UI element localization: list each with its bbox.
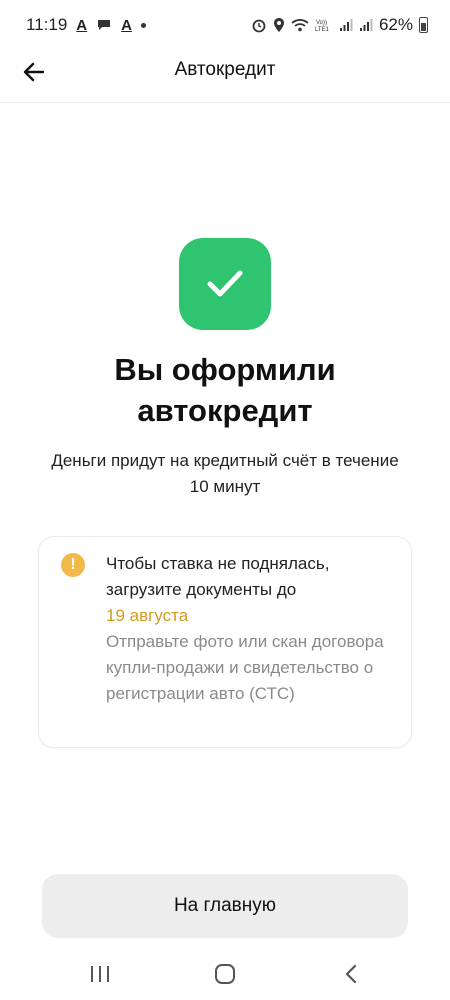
volte-icon: Vo)) LTE1 <box>315 20 330 32</box>
status-bar-right: Vo)) LTE1 62% <box>251 15 428 35</box>
back-icon[interactable] <box>342 963 360 985</box>
chat-icon <box>98 20 111 30</box>
success-subtitle: Деньги придут на кредитный счёт в течени… <box>51 451 399 496</box>
go-home-button[interactable]: На главную <box>42 874 408 938</box>
home-icon[interactable] <box>214 963 236 985</box>
location-icon <box>273 18 284 32</box>
notice-hint-text: Отправьте фото или скан договора купли-п… <box>106 632 384 703</box>
system-nav-bar <box>0 952 450 1000</box>
status-time: 11:19 <box>26 15 68 34</box>
app-a-icon: A <box>121 16 132 34</box>
signal-icon <box>359 19 373 31</box>
wifi-icon <box>291 19 309 32</box>
checkmark-icon <box>207 270 243 297</box>
svg-text:Vo)): Vo)) <box>316 20 327 26</box>
recent-apps-icon[interactable] <box>88 964 112 984</box>
battery-percent: 62% <box>378 15 413 34</box>
document-notice-card: ! Чтобы ставка не поднялась, загрузите д… <box>38 536 412 748</box>
notice-deadline-date: 19 августа <box>106 606 189 625</box>
dot-icon <box>140 22 146 28</box>
status-bar: 11:19 A A Vo)) LTE1 62% <box>0 0 450 50</box>
battery-icon <box>419 17 428 33</box>
status-bar-left: 11:19 A A <box>26 15 146 35</box>
svg-text:LTE1: LTE1 <box>315 27 330 32</box>
warning-icon: ! <box>61 553 85 577</box>
notice-text: Чтобы ставка не поднялась, загрузите док… <box>106 551 396 707</box>
notice-main-text: Чтобы ставка не поднялась, загрузите док… <box>106 554 330 599</box>
app-header: Автокредит <box>0 50 450 103</box>
success-badge <box>179 238 271 330</box>
app-a-icon: A <box>76 16 88 34</box>
alarm-icon <box>252 19 266 33</box>
signal-icon <box>339 19 353 31</box>
page-title: Автокредит <box>174 59 276 80</box>
success-title: Вы оформили автокредит <box>114 352 336 428</box>
